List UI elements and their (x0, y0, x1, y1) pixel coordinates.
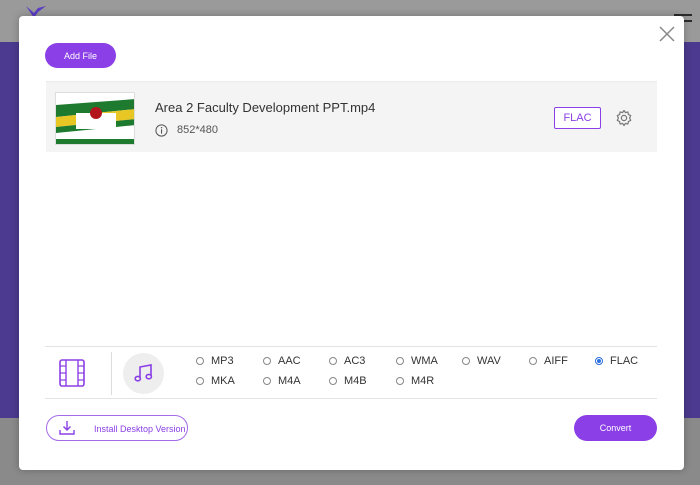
radio-button[interactable] (462, 357, 470, 365)
radio-button[interactable] (529, 357, 537, 365)
file-row: Area 2 Faculty Development PPT.mp4 852*4… (46, 81, 657, 152)
radio-button-selected[interactable] (595, 357, 603, 365)
convert-button[interactable]: Convert (574, 415, 657, 441)
radio-button[interactable] (196, 377, 204, 385)
output-format-badge[interactable]: FLAC (554, 107, 601, 129)
radio-button[interactable] (196, 357, 204, 365)
radio-button[interactable] (263, 377, 271, 385)
radio-button[interactable] (329, 357, 337, 365)
info-icon[interactable] (155, 124, 168, 137)
download-icon (59, 421, 75, 435)
audio-tab[interactable] (123, 353, 164, 394)
video-thumbnail (55, 92, 135, 145)
file-name: Area 2 Faculty Development PPT.mp4 (155, 100, 376, 115)
tab-divider (111, 352, 112, 395)
music-note-icon (134, 364, 153, 382)
radio-button[interactable] (396, 357, 404, 365)
install-desktop-button[interactable]: Install Desktop Version (46, 415, 188, 441)
film-icon[interactable] (59, 359, 85, 387)
radio-button[interactable] (396, 377, 404, 385)
close-icon[interactable] (657, 24, 677, 44)
radio-button[interactable] (263, 357, 271, 365)
radio-button[interactable] (329, 377, 337, 385)
install-desktop-label: Install Desktop Version (94, 424, 186, 434)
gear-icon[interactable] (615, 109, 633, 127)
format-selector: MP3 AAC AC3 WMA WAV AIFF FLAC MKA M4A M4… (45, 346, 657, 399)
convert-dialog: Add File Area 2 Faculty Development PPT.… (19, 16, 684, 470)
add-file-button[interactable]: Add File (45, 43, 116, 68)
video-resolution: 852*480 (177, 124, 218, 136)
